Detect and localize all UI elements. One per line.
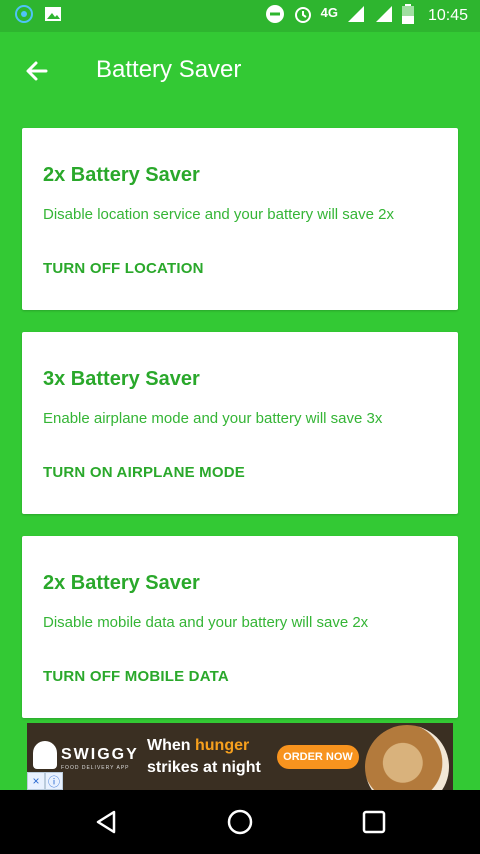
nav-back-button[interactable] (90, 806, 122, 838)
card-description: Disable mobile data and your battery wil… (43, 614, 369, 631)
network-type: 4G (320, 4, 338, 20)
nav-home-button[interactable] (224, 806, 256, 838)
card-title: 3x Battery Saver (43, 368, 200, 390)
clock: 10:45 (427, 7, 468, 24)
signal-icon-2 (374, 4, 394, 28)
turn-on-airplane-mode-button[interactable]: TURN ON AIRPLANE MODE (43, 464, 245, 481)
ad-brand: SWIGGY (61, 746, 139, 763)
card-description: Enable airplane mode and your battery wi… (43, 410, 383, 427)
arrow-left-icon (26, 61, 48, 81)
app-bar: Battery Saver (0, 32, 480, 108)
ad-line1-prefix: When (147, 737, 195, 754)
nav-recents-button[interactable] (358, 806, 390, 838)
ad-banner[interactable]: SWIGGY FOOD DELIVERY APP When hunger str… (27, 723, 453, 790)
swiggy-logo-icon (33, 741, 57, 769)
card-title: 2x Battery Saver (43, 572, 200, 594)
image-icon (44, 5, 62, 28)
turn-off-mobile-data-button[interactable]: TURN OFF MOBILE DATA (43, 668, 229, 685)
card-mobile-data: 2x Battery Saver Disable mobile data and… (22, 536, 458, 718)
order-now-button[interactable]: ORDER NOW (277, 745, 359, 769)
ad-headline: When hunger strikes at night (147, 735, 261, 779)
card-airplane: 3x Battery Saver Enable airplane mode an… (22, 332, 458, 514)
navigation-bar (0, 790, 480, 854)
square-recents-icon (362, 810, 386, 834)
alarm-icon (293, 4, 313, 28)
signal-icon (346, 4, 366, 28)
turn-off-location-button[interactable]: TURN OFF LOCATION (43, 260, 204, 277)
back-button[interactable] (22, 56, 52, 86)
ad-line1-highlight: hunger (195, 737, 250, 754)
ad-info-icon[interactable]: ⓘ (45, 772, 63, 790)
circle-home-icon (227, 809, 253, 835)
battery-icon (401, 4, 414, 28)
card-location: 2x Battery Saver Disable location servic… (22, 128, 458, 310)
card-description: Disable location service and your batter… (43, 206, 394, 223)
ad-badges: × ⓘ (27, 772, 63, 790)
sync-icon (14, 4, 34, 29)
page-title: Battery Saver (96, 56, 242, 83)
food-plate-image (365, 725, 449, 790)
triangle-back-icon (96, 810, 116, 834)
ad-close-icon[interactable]: × (27, 772, 45, 790)
ad-brand-sub: FOOD DELIVERY APP (61, 765, 130, 771)
ad-line2: strikes at night (147, 759, 261, 776)
card-title: 2x Battery Saver (43, 164, 200, 186)
status-bar: 4G 10:45 (0, 0, 480, 32)
do-not-disturb-icon (265, 4, 285, 28)
